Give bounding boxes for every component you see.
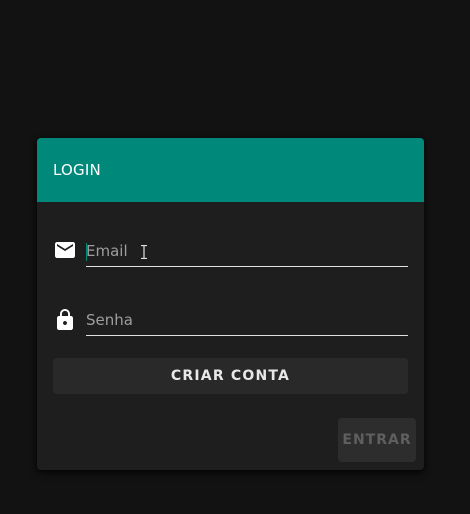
password-input[interactable]: Senha <box>86 309 408 336</box>
card-title: LOGIN <box>53 161 101 179</box>
email-input[interactable]: Email <box>86 240 408 267</box>
text-caret <box>86 243 87 261</box>
login-card: LOGIN Email Senha CRIAR CONTA ENTRAR <box>37 138 424 470</box>
email-field[interactable]: Email <box>53 238 408 268</box>
password-field[interactable]: Senha <box>53 307 408 337</box>
enter-button[interactable]: ENTRAR <box>338 418 416 462</box>
lock-icon <box>53 308 77 332</box>
text-cursor-icon <box>141 245 147 259</box>
password-placeholder: Senha <box>86 311 133 329</box>
card-header: LOGIN <box>37 138 424 202</box>
email-placeholder: Email <box>86 242 128 260</box>
create-account-button[interactable]: CRIAR CONTA <box>53 358 408 394</box>
mail-icon <box>53 238 77 262</box>
